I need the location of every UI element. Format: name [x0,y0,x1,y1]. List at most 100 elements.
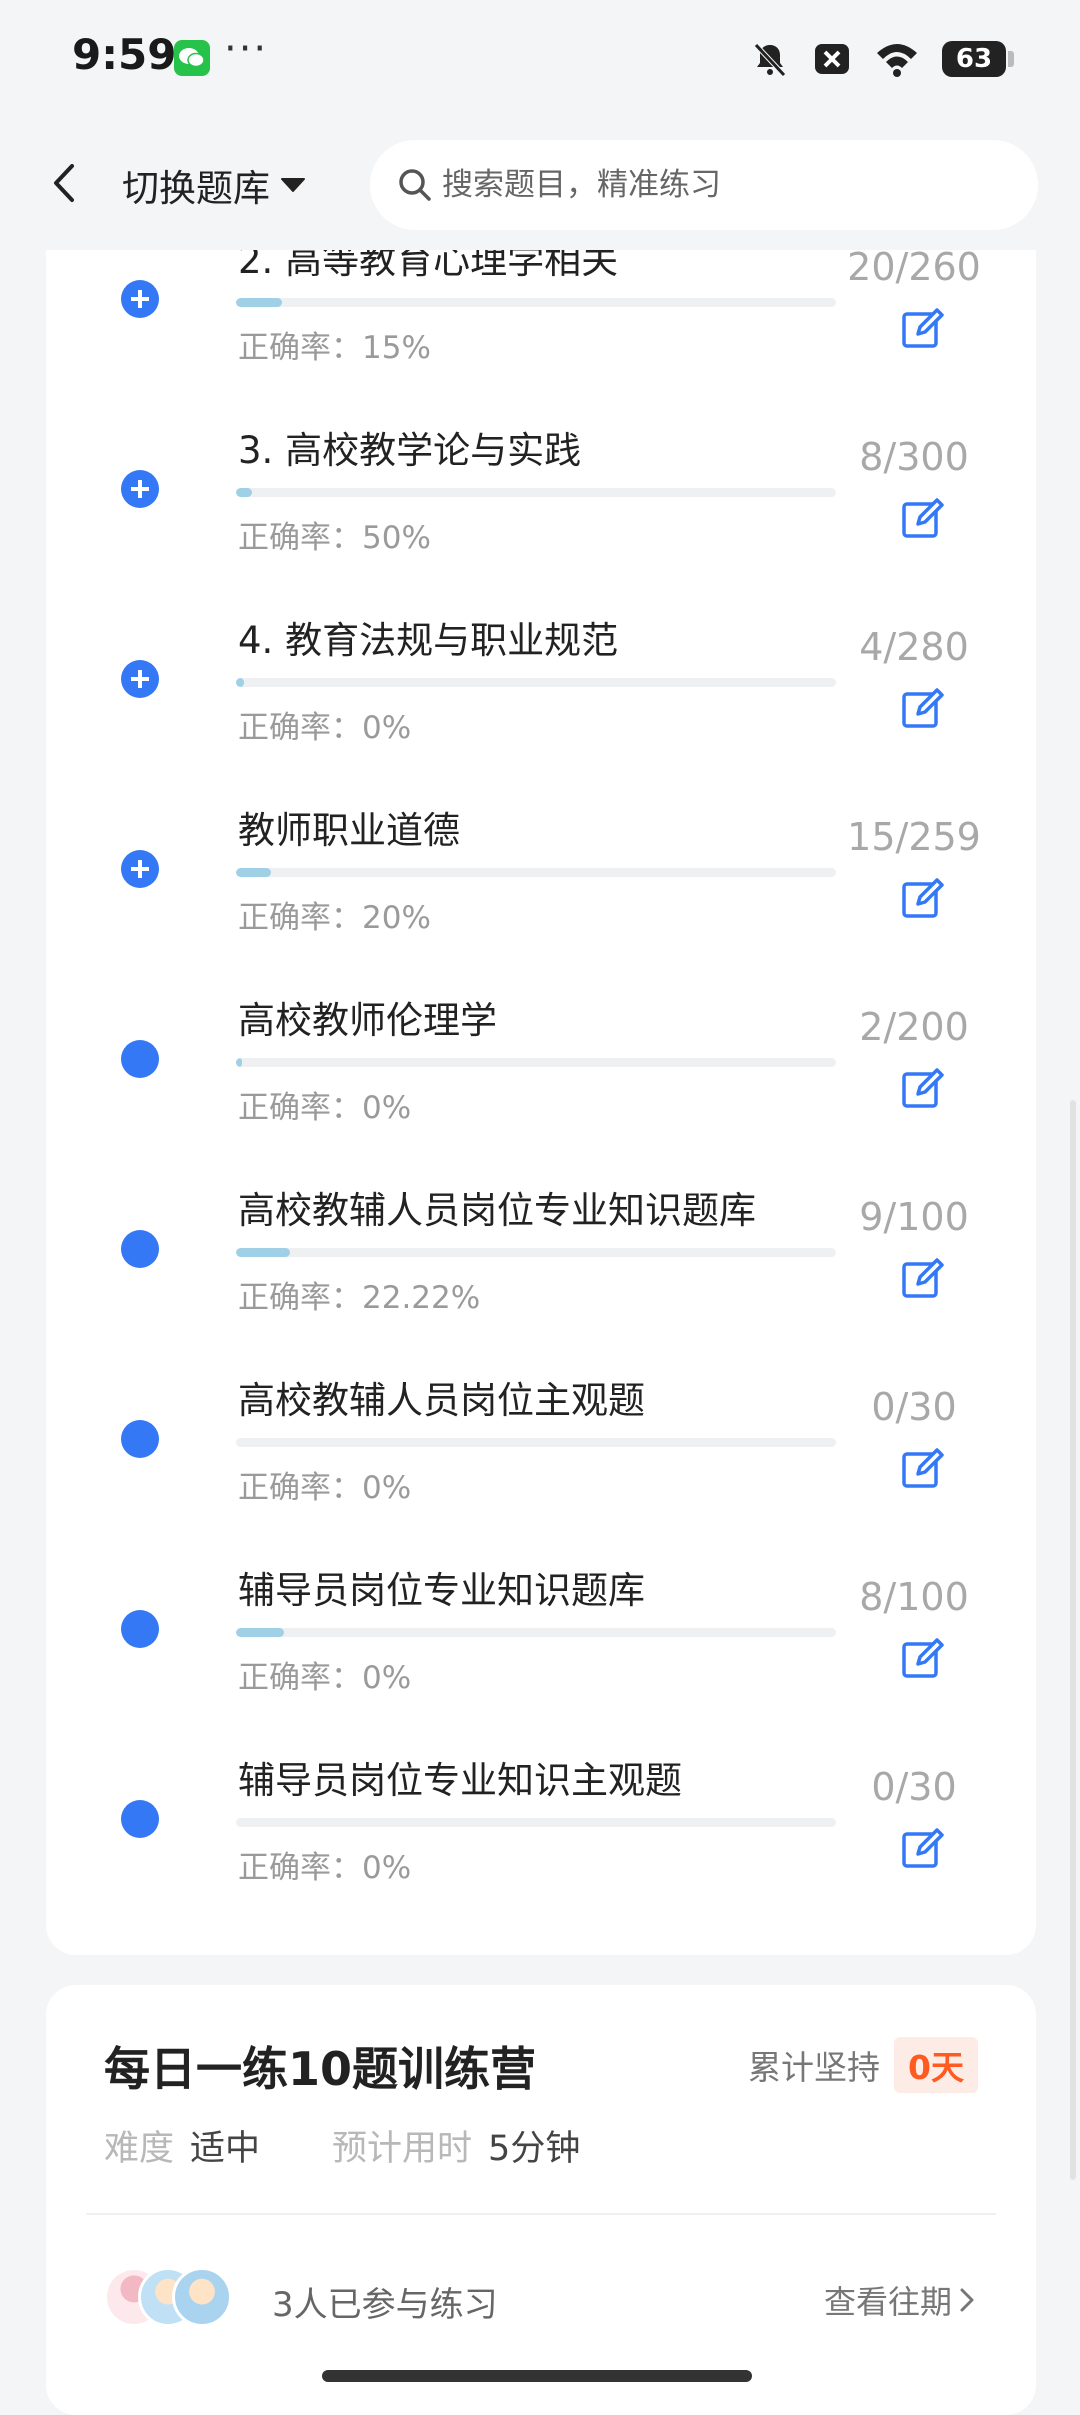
divider [86,2213,996,2215]
estimated-time-label: 预计用时 [332,2129,473,2169]
bank-name: 辅导员岗位专业知识题库 [238,1569,645,1612]
expand-plus-icon[interactable] [121,280,159,318]
home-indicator[interactable] [322,2370,752,2382]
answered-count: 9/100 [859,1195,969,1239]
progress-fill [236,678,245,687]
progress-bar [236,868,836,877]
progress-bar [236,298,836,307]
wechat-notification-icon [174,40,210,76]
battery-indicator: 63 [942,41,1014,77]
search-bar[interactable] [370,140,1038,230]
bank-name: 4. 教育法规与职业规范 [238,619,619,662]
switch-bank-label: 切换题库 [122,167,270,210]
search-icon [399,169,431,201]
difficulty-value: 适中 [190,2129,261,2169]
status-dot-icon [121,1420,159,1458]
progress-bar [236,488,836,497]
expand-plus-icon[interactable] [121,470,159,508]
more-notifications-icon: ··· [224,26,269,72]
progress-bar [236,1248,836,1257]
view-history-label: 查看往期 [823,2283,952,2321]
camp-title: 每日一练10题训练营 [104,2042,537,2096]
accuracy-rate: 正确率：0% [238,1850,412,1886]
status-dot-icon [121,1040,159,1078]
answered-count: 8/100 [859,1575,969,1619]
accuracy-rate: 正确率：20% [238,900,431,936]
status-dot-icon [121,1800,159,1838]
accuracy-rate: 正确率：0% [238,1090,412,1126]
top-nav-bar: 切换题库 [0,120,1080,250]
status-dot-icon [121,1610,159,1648]
accuracy-rate: 正确率：0% [238,710,412,746]
edit-practice-icon[interactable] [900,1446,946,1492]
answered-count: 20/260 [847,245,981,289]
list-item[interactable]: 辅导员岗位专业知识题库 正确率：0% 8/100 [46,1530,1036,1720]
expand-plus-icon[interactable] [121,660,159,698]
estimated-time-value: 5分钟 [488,2129,581,2169]
bank-name: 3. 高校教学论与实践 [238,429,582,472]
answered-count: 0/30 [871,1385,957,1429]
expand-plus-icon[interactable] [121,850,159,888]
daily-practice-camp-card[interactable]: 每日一练10题训练营 累计坚持 0天 难度 适中 预计用时 5分钟 3人已参与练… [46,1985,1036,2415]
bank-name: 辅导员岗位专业知识主观题 [238,1759,682,1802]
bank-name: 高校教师伦理学 [238,999,497,1042]
edit-practice-icon[interactable] [900,1636,946,1682]
difficulty-label: 难度 [104,2129,175,2169]
progress-bar [236,1058,836,1067]
edit-practice-icon[interactable] [900,1066,946,1112]
progress-fill [236,488,253,497]
edit-practice-icon[interactable] [900,306,946,352]
list-item[interactable]: 高校教师伦理学 正确率：0% 2/200 [46,960,1036,1150]
progress-fill [236,868,271,877]
list-item[interactable]: 高校教辅人员岗位专业知识题库 正确率：22.22% 9/100 [46,1150,1036,1340]
accuracy-rate: 正确率：50% [238,520,431,556]
edit-practice-icon[interactable] [900,876,946,922]
view-history-link[interactable]: 查看往期 [824,2277,976,2323]
bank-name: 高校教辅人员岗位专业知识题库 [238,1189,756,1232]
progress-fill [236,298,283,307]
progress-bar [236,1818,836,1827]
chevron-right-icon [960,2288,974,2312]
progress-bar [236,678,836,687]
bank-name: 教师职业道德 [238,809,460,852]
participant-avatars [104,2267,234,2331]
edit-practice-icon[interactable] [900,1826,946,1872]
list-item[interactable]: 3. 高校教学论与实践 正确率：50% 8/300 [46,390,1036,580]
streak-label: 累计坚持 [748,2048,881,2087]
answered-count: 15/259 [847,815,981,859]
list-item[interactable]: 教师职业道德 正确率：20% 15/259 [46,770,1036,960]
answered-count: 2/200 [859,1005,969,1049]
edit-practice-icon[interactable] [900,496,946,542]
question-bank-list: 2. 高等教育心理学相关 正确率：15% 20/260 3. 高校教学论与实践 … [46,200,1036,1955]
progress-fill [236,1628,284,1637]
search-input[interactable] [440,166,1004,204]
system-icons: 63 [750,34,1014,84]
streak-days-badge: 0天 [894,2037,978,2093]
camp-meta: 难度 适中 预计用时 5分钟 [104,2120,636,2171]
accuracy-rate: 正确率：0% [238,1660,412,1696]
caret-down-icon [281,178,305,192]
list-item[interactable]: 辅导员岗位专业知识主观题 正确率：0% 0/30 [46,1720,1036,1910]
edit-practice-icon[interactable] [900,1256,946,1302]
streak-info: 累计坚持 0天 [748,2037,978,2093]
sim-off-icon [815,44,849,74]
accuracy-rate: 正确率：15% [238,330,431,366]
progress-fill [236,1058,242,1067]
participants-count: 3人已参与练习 [272,2285,498,2325]
list-item[interactable]: 4. 教育法规与职业规范 正确率：0% 4/280 [46,580,1036,770]
status-dot-icon [121,1230,159,1268]
mute-bell-icon [754,43,786,77]
edit-practice-icon[interactable] [900,686,946,732]
status-bar: 9:59 ··· 63 [0,0,1080,120]
answered-count: 4/280 [859,625,969,669]
avatar [172,2267,232,2327]
list-item[interactable]: 高校教辅人员岗位主观题 正确率：0% 0/30 [46,1340,1036,1530]
switch-bank-dropdown[interactable]: 切换题库 [122,158,306,212]
progress-bar [236,1628,836,1637]
bank-name: 高校教辅人员岗位主观题 [238,1379,645,1422]
answered-count: 8/300 [859,435,969,479]
accuracy-rate: 正确率：22.22% [238,1280,481,1316]
scrollbar[interactable] [1070,1100,1076,2180]
accuracy-rate: 正确率：0% [238,1470,412,1506]
back-arrow-icon[interactable] [40,158,90,208]
